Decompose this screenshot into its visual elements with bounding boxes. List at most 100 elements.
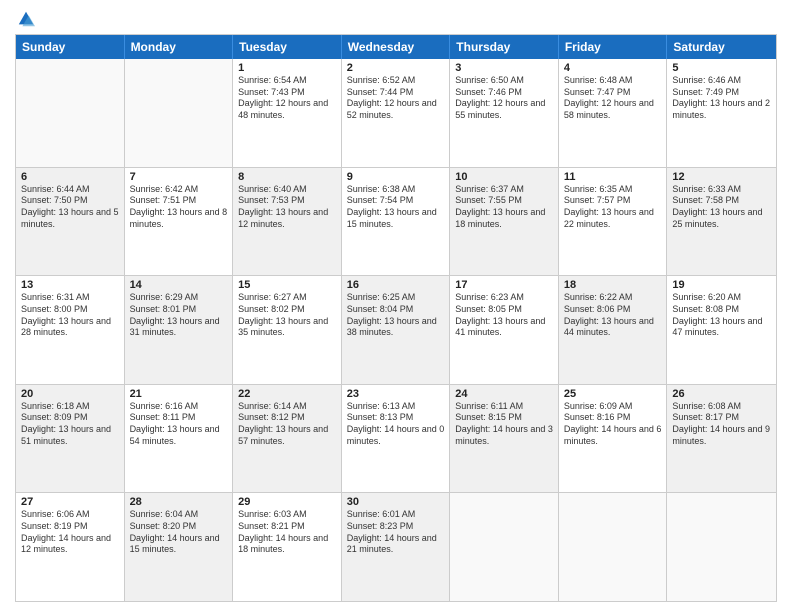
day-header-monday: Monday — [125, 35, 234, 59]
cal-cell: 25Sunrise: 6:09 AM Sunset: 8:16 PM Dayli… — [559, 385, 668, 493]
cal-cell: 8Sunrise: 6:40 AM Sunset: 7:53 PM Daylig… — [233, 168, 342, 276]
week-row-4: 20Sunrise: 6:18 AM Sunset: 8:09 PM Dayli… — [16, 385, 776, 494]
cell-info: Sunrise: 6:29 AM Sunset: 8:01 PM Dayligh… — [130, 292, 228, 339]
week-row-3: 13Sunrise: 6:31 AM Sunset: 8:00 PM Dayli… — [16, 276, 776, 385]
day-number: 23 — [347, 388, 445, 400]
cell-info: Sunrise: 6:01 AM Sunset: 8:23 PM Dayligh… — [347, 509, 445, 556]
cell-info: Sunrise: 6:33 AM Sunset: 7:58 PM Dayligh… — [672, 184, 771, 231]
cal-cell: 9Sunrise: 6:38 AM Sunset: 7:54 PM Daylig… — [342, 168, 451, 276]
cell-info: Sunrise: 6:44 AM Sunset: 7:50 PM Dayligh… — [21, 184, 119, 231]
cal-cell: 15Sunrise: 6:27 AM Sunset: 8:02 PM Dayli… — [233, 276, 342, 384]
day-number: 2 — [347, 62, 445, 74]
day-number: 16 — [347, 279, 445, 291]
calendar-header: SundayMondayTuesdayWednesdayThursdayFrid… — [16, 35, 776, 59]
day-number: 29 — [238, 496, 336, 508]
cell-info: Sunrise: 6:54 AM Sunset: 7:43 PM Dayligh… — [238, 75, 336, 122]
day-number: 10 — [455, 171, 553, 183]
cell-info: Sunrise: 6:31 AM Sunset: 8:00 PM Dayligh… — [21, 292, 119, 339]
cal-cell — [16, 59, 125, 167]
cal-cell: 22Sunrise: 6:14 AM Sunset: 8:12 PM Dayli… — [233, 385, 342, 493]
day-number: 26 — [672, 388, 771, 400]
day-header-thursday: Thursday — [450, 35, 559, 59]
calendar: SundayMondayTuesdayWednesdayThursdayFrid… — [15, 34, 777, 602]
logo-icon — [17, 10, 35, 28]
cal-cell: 23Sunrise: 6:13 AM Sunset: 8:13 PM Dayli… — [342, 385, 451, 493]
cal-cell: 11Sunrise: 6:35 AM Sunset: 7:57 PM Dayli… — [559, 168, 668, 276]
day-number: 20 — [21, 388, 119, 400]
cal-cell — [125, 59, 234, 167]
day-number: 17 — [455, 279, 553, 291]
cal-cell: 13Sunrise: 6:31 AM Sunset: 8:00 PM Dayli… — [16, 276, 125, 384]
cal-cell: 18Sunrise: 6:22 AM Sunset: 8:06 PM Dayli… — [559, 276, 668, 384]
cal-cell: 29Sunrise: 6:03 AM Sunset: 8:21 PM Dayli… — [233, 493, 342, 601]
cell-info: Sunrise: 6:37 AM Sunset: 7:55 PM Dayligh… — [455, 184, 553, 231]
cal-cell: 28Sunrise: 6:04 AM Sunset: 8:20 PM Dayli… — [125, 493, 234, 601]
cell-info: Sunrise: 6:46 AM Sunset: 7:49 PM Dayligh… — [672, 75, 771, 122]
cal-cell — [559, 493, 668, 601]
cal-cell — [450, 493, 559, 601]
day-number: 19 — [672, 279, 771, 291]
day-number: 21 — [130, 388, 228, 400]
cell-info: Sunrise: 6:13 AM Sunset: 8:13 PM Dayligh… — [347, 401, 445, 448]
day-number: 22 — [238, 388, 336, 400]
day-header-saturday: Saturday — [667, 35, 776, 59]
cell-info: Sunrise: 6:42 AM Sunset: 7:51 PM Dayligh… — [130, 184, 228, 231]
cell-info: Sunrise: 6:25 AM Sunset: 8:04 PM Dayligh… — [347, 292, 445, 339]
week-row-1: 1Sunrise: 6:54 AM Sunset: 7:43 PM Daylig… — [16, 59, 776, 168]
cal-cell: 4Sunrise: 6:48 AM Sunset: 7:47 PM Daylig… — [559, 59, 668, 167]
day-number: 27 — [21, 496, 119, 508]
cal-cell: 21Sunrise: 6:16 AM Sunset: 8:11 PM Dayli… — [125, 385, 234, 493]
cell-info: Sunrise: 6:48 AM Sunset: 7:47 PM Dayligh… — [564, 75, 662, 122]
calendar-body: 1Sunrise: 6:54 AM Sunset: 7:43 PM Daylig… — [16, 59, 776, 601]
cal-cell: 27Sunrise: 6:06 AM Sunset: 8:19 PM Dayli… — [16, 493, 125, 601]
day-number: 13 — [21, 279, 119, 291]
day-header-friday: Friday — [559, 35, 668, 59]
day-number: 12 — [672, 171, 771, 183]
cal-cell: 16Sunrise: 6:25 AM Sunset: 8:04 PM Dayli… — [342, 276, 451, 384]
cell-info: Sunrise: 6:20 AM Sunset: 8:08 PM Dayligh… — [672, 292, 771, 339]
day-header-tuesday: Tuesday — [233, 35, 342, 59]
cell-info: Sunrise: 6:11 AM Sunset: 8:15 PM Dayligh… — [455, 401, 553, 448]
logo — [15, 10, 35, 28]
day-number: 30 — [347, 496, 445, 508]
day-header-wednesday: Wednesday — [342, 35, 451, 59]
cal-cell: 12Sunrise: 6:33 AM Sunset: 7:58 PM Dayli… — [667, 168, 776, 276]
cell-info: Sunrise: 6:09 AM Sunset: 8:16 PM Dayligh… — [564, 401, 662, 448]
cell-info: Sunrise: 6:16 AM Sunset: 8:11 PM Dayligh… — [130, 401, 228, 448]
day-number: 24 — [455, 388, 553, 400]
day-number: 7 — [130, 171, 228, 183]
cal-cell: 24Sunrise: 6:11 AM Sunset: 8:15 PM Dayli… — [450, 385, 559, 493]
cell-info: Sunrise: 6:06 AM Sunset: 8:19 PM Dayligh… — [21, 509, 119, 556]
day-number: 9 — [347, 171, 445, 183]
cal-cell: 2Sunrise: 6:52 AM Sunset: 7:44 PM Daylig… — [342, 59, 451, 167]
cal-cell: 1Sunrise: 6:54 AM Sunset: 7:43 PM Daylig… — [233, 59, 342, 167]
cell-info: Sunrise: 6:18 AM Sunset: 8:09 PM Dayligh… — [21, 401, 119, 448]
cell-info: Sunrise: 6:27 AM Sunset: 8:02 PM Dayligh… — [238, 292, 336, 339]
cell-info: Sunrise: 6:35 AM Sunset: 7:57 PM Dayligh… — [564, 184, 662, 231]
day-number: 25 — [564, 388, 662, 400]
cal-cell: 7Sunrise: 6:42 AM Sunset: 7:51 PM Daylig… — [125, 168, 234, 276]
cell-info: Sunrise: 6:08 AM Sunset: 8:17 PM Dayligh… — [672, 401, 771, 448]
page: SundayMondayTuesdayWednesdayThursdayFrid… — [0, 0, 792, 612]
day-number: 4 — [564, 62, 662, 74]
day-number: 11 — [564, 171, 662, 183]
cell-info: Sunrise: 6:04 AM Sunset: 8:20 PM Dayligh… — [130, 509, 228, 556]
cal-cell: 5Sunrise: 6:46 AM Sunset: 7:49 PM Daylig… — [667, 59, 776, 167]
cal-cell: 26Sunrise: 6:08 AM Sunset: 8:17 PM Dayli… — [667, 385, 776, 493]
cell-info: Sunrise: 6:38 AM Sunset: 7:54 PM Dayligh… — [347, 184, 445, 231]
cell-info: Sunrise: 6:03 AM Sunset: 8:21 PM Dayligh… — [238, 509, 336, 556]
cal-cell: 17Sunrise: 6:23 AM Sunset: 8:05 PM Dayli… — [450, 276, 559, 384]
cal-cell: 20Sunrise: 6:18 AM Sunset: 8:09 PM Dayli… — [16, 385, 125, 493]
day-number: 1 — [238, 62, 336, 74]
cell-info: Sunrise: 6:22 AM Sunset: 8:06 PM Dayligh… — [564, 292, 662, 339]
cell-info: Sunrise: 6:50 AM Sunset: 7:46 PM Dayligh… — [455, 75, 553, 122]
cal-cell: 14Sunrise: 6:29 AM Sunset: 8:01 PM Dayli… — [125, 276, 234, 384]
cal-cell: 30Sunrise: 6:01 AM Sunset: 8:23 PM Dayli… — [342, 493, 451, 601]
cal-cell — [667, 493, 776, 601]
day-number: 3 — [455, 62, 553, 74]
day-number: 6 — [21, 171, 119, 183]
day-header-sunday: Sunday — [16, 35, 125, 59]
week-row-5: 27Sunrise: 6:06 AM Sunset: 8:19 PM Dayli… — [16, 493, 776, 601]
cal-cell: 19Sunrise: 6:20 AM Sunset: 8:08 PM Dayli… — [667, 276, 776, 384]
cal-cell: 6Sunrise: 6:44 AM Sunset: 7:50 PM Daylig… — [16, 168, 125, 276]
